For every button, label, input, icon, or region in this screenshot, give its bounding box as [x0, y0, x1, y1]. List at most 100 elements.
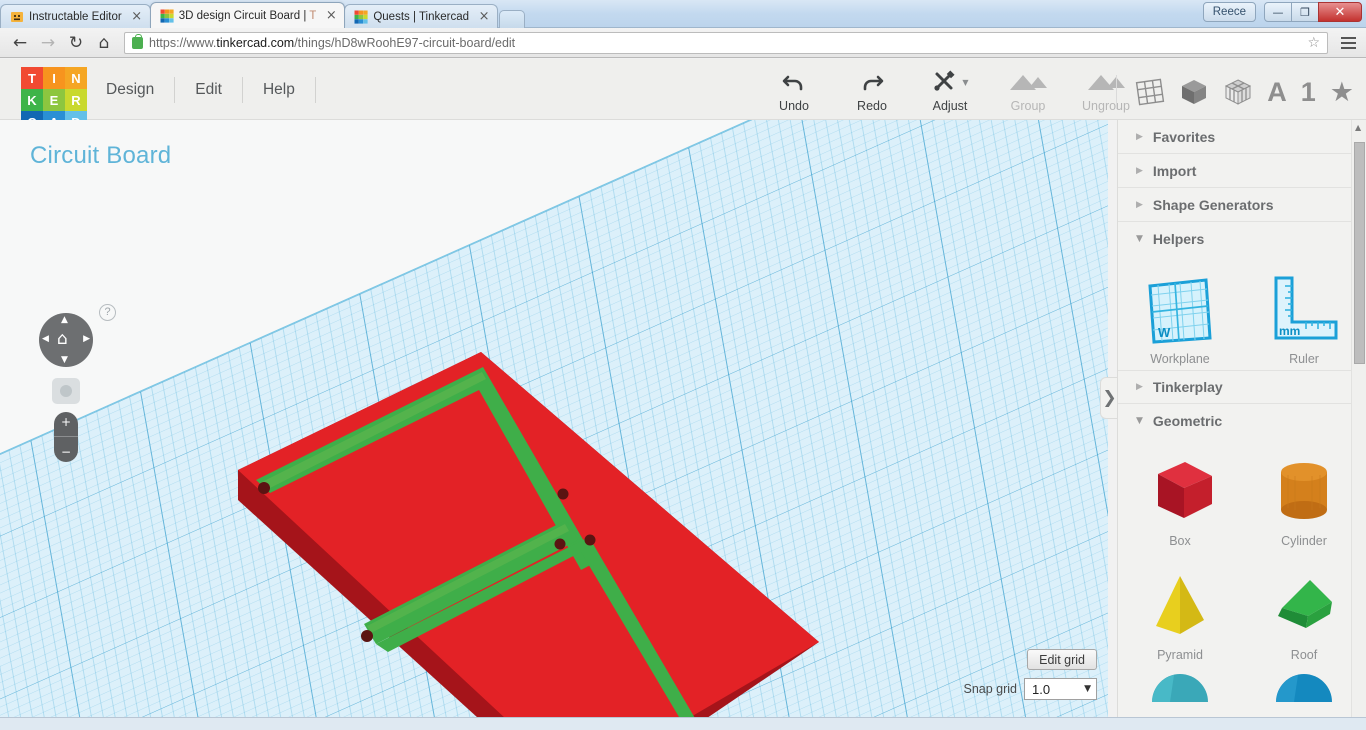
- circuit-board-model[interactable]: [236, 352, 821, 717]
- menu-item-design[interactable]: Design: [100, 76, 176, 103]
- cylinder-shape-icon: [1242, 448, 1366, 532]
- undo-button[interactable]: Undo: [755, 68, 833, 113]
- shape-label: Pyramid: [1157, 648, 1203, 662]
- view-down-arrow-icon[interactable]: ▼: [61, 355, 68, 365]
- number-one-icon[interactable]: 1: [1301, 75, 1316, 109]
- view-navigation-cube[interactable]: ▲ ▼ ◀ ▶ ⌂: [39, 313, 93, 367]
- view-help-icon[interactable]: ?: [99, 304, 116, 321]
- edit-grid-button[interactable]: Edit grid: [1027, 649, 1097, 670]
- shape-item-ruler[interactable]: mm Ruler: [1242, 266, 1366, 366]
- board-top-face: [238, 352, 819, 717]
- shapes-panel: ▶ Favorites ▶ Import ▶ Shape Generators …: [1117, 120, 1366, 730]
- striped-cube-icon[interactable]: [1223, 75, 1253, 109]
- snap-grid-label: Snap grid: [963, 682, 1017, 696]
- adjust-button[interactable]: ▼ Adjust: [911, 68, 989, 113]
- mounting-hole[interactable]: [258, 482, 270, 494]
- design-canvas[interactable]: Circuit Board ▲ ▼ ◀ ▶ ⌂ ? + − Edit grid …: [0, 120, 1108, 717]
- chevron-down-icon: ▼: [1136, 234, 1143, 244]
- chevron-down-icon: ▼: [1136, 416, 1143, 426]
- back-button[interactable]: ←: [6, 30, 34, 56]
- sphere-shape-icon: [1242, 668, 1366, 702]
- scrollbar-thumb[interactable]: [1354, 142, 1365, 364]
- address-bar[interactable]: https://www.tinkercad.com/things/hD8wRoo…: [124, 31, 1328, 54]
- favorites-star-icon[interactable]: ★: [1330, 75, 1354, 109]
- chevron-down-icon: ▼: [1084, 684, 1091, 694]
- panel-section-import[interactable]: ▶ Import: [1118, 154, 1366, 188]
- shape-label: Box: [1169, 534, 1191, 548]
- adjust-caret-icon: ▼: [962, 77, 969, 87]
- panel-section-tinkerplay[interactable]: ▶ Tinkerplay: [1118, 370, 1366, 404]
- tab-close-icon[interactable]: ×: [324, 9, 338, 23]
- shape-item-sphere-blue[interactable]: [1242, 668, 1366, 704]
- shape-label: Ruler: [1289, 352, 1319, 366]
- pyramid-shape-icon: [1118, 562, 1242, 646]
- shape-item-cylinder[interactable]: Cylinder: [1242, 448, 1366, 548]
- shape-item-workplane[interactable]: W Workplane: [1118, 266, 1242, 366]
- tab-title-truncated: T: [309, 9, 317, 22]
- user-profile-button[interactable]: Reece: [1202, 2, 1256, 22]
- group-button[interactable]: Group: [989, 68, 1067, 113]
- chevron-right-icon: ▶: [1136, 165, 1143, 176]
- tab-close-icon[interactable]: ×: [130, 10, 144, 24]
- close-window-button[interactable]: ✕: [1318, 2, 1362, 22]
- shape-item-box[interactable]: Box: [1118, 448, 1242, 548]
- maximize-button[interactable]: ❐: [1291, 2, 1319, 22]
- undo-label: Undo: [779, 99, 809, 113]
- mounting-hole[interactable]: [557, 488, 569, 500]
- chevron-right-icon: ▶: [1136, 382, 1143, 392]
- logo-tile-r: R: [65, 89, 87, 111]
- tab-close-icon[interactable]: ×: [477, 10, 491, 24]
- view-right-arrow-icon[interactable]: ▶: [83, 334, 90, 344]
- workplane-grid-icon[interactable]: [1135, 75, 1165, 109]
- menu-item-help[interactable]: Help: [243, 76, 316, 103]
- section-label: Shape Generators: [1152, 196, 1274, 213]
- zoom-out-button[interactable]: −: [61, 446, 71, 458]
- chevron-right-icon: ▶: [1136, 199, 1143, 210]
- new-tab-button[interactable]: [499, 10, 526, 28]
- shape-item-sphere-teal[interactable]: [1118, 668, 1242, 704]
- helpers-shelf: W Workplane mm Ruler: [1118, 256, 1366, 370]
- view-home-icon[interactable]: ⌂: [57, 330, 68, 348]
- fit-to-view-button[interactable]: [52, 378, 80, 404]
- svg-text:W: W: [1158, 325, 1171, 340]
- browser-tab-instructable[interactable]: Instructable Editor ×: [0, 4, 151, 28]
- browser-tab-quests[interactable]: Quests | Tinkercad ×: [344, 4, 499, 28]
- view-left-arrow-icon[interactable]: ◀: [42, 334, 49, 344]
- browser-tabstrip: Instructable Editor × 3D design Circuit …: [0, 2, 526, 28]
- home-button[interactable]: ⌂: [90, 30, 118, 56]
- panel-collapse-button[interactable]: ❯: [1100, 377, 1118, 419]
- url-text: https://www.tinkercad.com/things/hD8wRoo…: [149, 36, 515, 50]
- panel-section-shape-generators[interactable]: ▶ Shape Generators: [1118, 188, 1366, 222]
- tab-title: Instructable Editor: [29, 10, 122, 23]
- mounting-hole[interactable]: [554, 538, 566, 550]
- zoom-in-button[interactable]: +: [61, 416, 71, 428]
- window-controls: Reece — ❐ ✕: [1202, 2, 1362, 22]
- panel-section-helpers[interactable]: ▼ Helpers: [1118, 222, 1366, 256]
- text-letter-a-icon[interactable]: A: [1267, 75, 1287, 109]
- view-up-arrow-icon[interactable]: ▲: [61, 315, 68, 325]
- snap-grid-select[interactable]: 1.0 ▼: [1024, 678, 1097, 700]
- menu-item-edit[interactable]: Edit: [175, 76, 243, 103]
- tab-title: 3D design Circuit Board | T: [179, 10, 317, 22]
- shape-item-pyramid[interactable]: Pyramid: [1118, 562, 1242, 662]
- zoom-separator: [54, 436, 78, 438]
- forward-button[interactable]: →: [34, 30, 62, 56]
- scroll-up-arrow-icon[interactable]: ▲: [1355, 123, 1361, 132]
- reload-button[interactable]: ↻: [62, 30, 90, 56]
- browser-tab-3d-design[interactable]: 3D design Circuit Board | T ×: [149, 2, 346, 28]
- https-lock-icon: [132, 33, 143, 49]
- shape-item-roof[interactable]: Roof: [1242, 562, 1366, 662]
- minimize-button[interactable]: —: [1264, 2, 1292, 22]
- solid-cube-icon[interactable]: [1179, 75, 1209, 109]
- svg-text:mm: mm: [1279, 324, 1300, 338]
- redo-button[interactable]: Redo: [833, 68, 911, 113]
- mounting-hole[interactable]: [361, 630, 373, 642]
- bookmark-star-icon[interactable]: ☆: [1307, 35, 1323, 51]
- browser-menu-icon[interactable]: [1336, 36, 1360, 49]
- zoom-control[interactable]: + −: [54, 412, 78, 462]
- section-label: Import: [1152, 162, 1197, 179]
- panel-section-geometric[interactable]: ▼ Geometric: [1118, 404, 1366, 438]
- panel-section-favorites[interactable]: ▶ Favorites: [1118, 120, 1366, 154]
- mounting-hole[interactable]: [584, 534, 596, 546]
- panel-scrollbar[interactable]: ▲ ▼: [1351, 120, 1366, 730]
